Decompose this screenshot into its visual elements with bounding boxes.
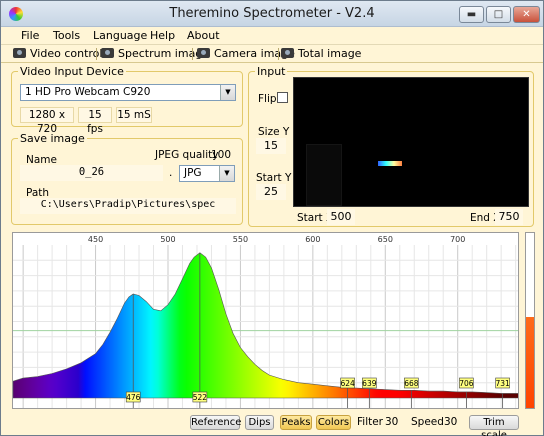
- peak-label: 476: [126, 393, 141, 402]
- preview-region: [306, 144, 342, 206]
- camera-icon: [101, 48, 114, 58]
- exposure-field[interactable]: 15 mS: [116, 107, 152, 123]
- end-x-input[interactable]: 750: [495, 209, 523, 225]
- toolbar-divider: [192, 48, 193, 60]
- app-window: Theremino Spectrometer - V2.4 ▬ □ ✕ File…: [0, 0, 544, 436]
- peaks-button[interactable]: Peaks: [280, 415, 312, 430]
- start-y-label: Start Y: [256, 172, 292, 184]
- fps-field[interactable]: 15 fps: [78, 107, 112, 135]
- jpeg-quality-value[interactable]: 100: [211, 149, 231, 161]
- bottom-bar: Reference Dips Peaks Colors Filter 30 Sp…: [1, 411, 543, 436]
- video-device-value: 1 HD Pro Webcam C920: [25, 86, 151, 98]
- path-input[interactable]: C:\Users\Pradip\Pictures\spec: [20, 198, 236, 214]
- x-tick-label: 500: [160, 235, 175, 244]
- resolution-field[interactable]: 1280 x 720: [20, 107, 74, 135]
- peak-label: 668: [404, 379, 419, 388]
- dips-button[interactable]: Dips: [245, 415, 274, 430]
- menu-about[interactable]: About: [187, 29, 220, 42]
- camera-preview[interactable]: [293, 77, 529, 207]
- minimize-button[interactable]: ▬: [459, 6, 484, 23]
- menu-bar: File Tools Language Help About: [1, 27, 543, 45]
- intensity-level-bar: [526, 317, 534, 408]
- total-image-button[interactable]: Total image: [281, 47, 361, 60]
- menu-language[interactable]: Language: [93, 29, 147, 42]
- total-image-label: Total image: [298, 47, 362, 60]
- peak-label: 624: [340, 379, 355, 388]
- spectrum-stripe: [378, 161, 402, 166]
- toolbar-divider: [96, 48, 97, 60]
- size-y-input[interactable]: 15: [256, 138, 286, 154]
- start-y-input[interactable]: 25: [256, 184, 286, 200]
- maximize-button[interactable]: □: [486, 6, 511, 23]
- menu-tools[interactable]: Tools: [53, 29, 80, 42]
- intensity-scale: [525, 232, 535, 409]
- peak-label: 522: [193, 393, 208, 402]
- camera-icon: [281, 48, 294, 58]
- name-input[interactable]: 0_26: [20, 165, 163, 181]
- menu-help[interactable]: Help: [150, 29, 175, 42]
- video-camera-icon: [13, 48, 26, 58]
- x-tick-label: 550: [233, 235, 248, 244]
- chevron-down-icon: ▼: [220, 85, 235, 100]
- extension-dot: .: [169, 167, 173, 179]
- video-device-select[interactable]: 1 HD Pro Webcam C920 ▼: [20, 84, 236, 101]
- video-input-title: Video Input Device: [18, 65, 126, 78]
- trim-scale-button[interactable]: Trim scale: [469, 415, 519, 436]
- menu-file[interactable]: File: [21, 29, 39, 42]
- spectrum-chart[interactable]: 450 500 550 600 650 700 476 522 624 639 668 706 731: [12, 232, 519, 409]
- spectrum-image-label: Spectrum image: [118, 47, 210, 60]
- speed-value[interactable]: 30: [444, 416, 457, 428]
- input-title: Input: [255, 65, 288, 78]
- filter-label: Filter: [357, 416, 384, 428]
- toolbar: Video controls Spectrum image Camera ima…: [1, 45, 543, 63]
- peak-label: 639: [362, 379, 377, 388]
- save-image-title: Save image: [18, 132, 87, 145]
- camera-icon: [197, 48, 210, 58]
- title-bar: Theremino Spectrometer - V2.4 ▬ □ ✕: [1, 1, 543, 27]
- filter-value[interactable]: 30: [385, 416, 398, 428]
- x-tick-label: 650: [378, 235, 393, 244]
- flip-label: Flip: [258, 93, 277, 105]
- video-controls-button[interactable]: Video controls: [13, 47, 108, 60]
- start-x-input[interactable]: 500: [327, 209, 355, 225]
- peak-label: 731: [495, 379, 510, 388]
- spectrum-chart-svg: 450 500 550 600 650 700 476 522 624 639 668 706 731: [13, 235, 518, 408]
- flip-checkbox[interactable]: [277, 92, 288, 103]
- close-button[interactable]: ✕: [513, 6, 540, 23]
- speed-label: Speed: [411, 416, 444, 428]
- peak-label: 706: [459, 379, 474, 388]
- size-y-label: Size Y: [258, 126, 290, 138]
- toolbar-divider: [278, 48, 279, 60]
- x-tick-label: 600: [305, 235, 320, 244]
- format-value: JPG: [184, 167, 202, 179]
- chevron-down-icon: ▼: [219, 166, 234, 181]
- reference-button[interactable]: Reference: [190, 415, 241, 430]
- x-tick-label: 450: [88, 235, 103, 244]
- jpeg-quality-label: JPEG quality: [155, 149, 219, 161]
- format-select[interactable]: JPG ▼: [179, 165, 235, 182]
- colors-button[interactable]: Colors: [316, 415, 351, 430]
- x-tick-label: 700: [450, 235, 465, 244]
